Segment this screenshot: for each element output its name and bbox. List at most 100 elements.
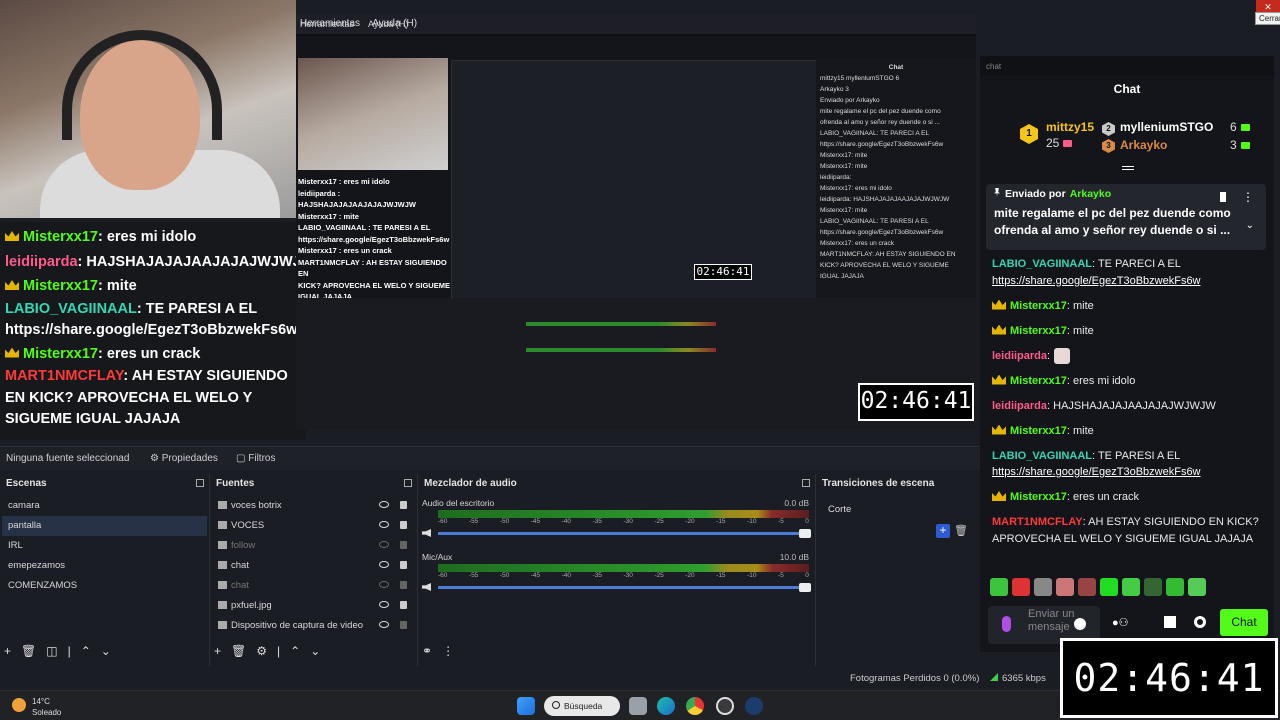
speaker-icon[interactable] bbox=[422, 583, 431, 591]
chat-username[interactable]: Misterxx17 bbox=[1010, 300, 1067, 312]
lock-icon[interactable] bbox=[400, 541, 407, 549]
scene-item[interactable]: IRL bbox=[2, 536, 207, 556]
pinned-author[interactable]: Arkayko bbox=[1070, 188, 1111, 200]
send-chat-button[interactable]: Chat bbox=[1220, 609, 1268, 636]
chevron-down-icon[interactable]: ⌄ bbox=[310, 644, 320, 658]
chat-link[interactable]: https://share.google/EgezT3oBbzwekFs6w bbox=[992, 275, 1201, 287]
add-icon[interactable]: + bbox=[214, 644, 221, 658]
emote-icon[interactable] bbox=[1188, 578, 1206, 596]
link-icon[interactable]: ⚭ bbox=[422, 644, 432, 658]
slider-knob[interactable] bbox=[799, 529, 811, 538]
emoji-icon[interactable] bbox=[1074, 618, 1086, 630]
menu-help[interactable]: Ayuda (H) bbox=[372, 18, 417, 29]
add-transition-button[interactable]: + bbox=[936, 524, 950, 538]
emote-icon[interactable] bbox=[1056, 578, 1074, 596]
emote-icon[interactable] bbox=[1078, 578, 1096, 596]
users-icon[interactable]: ●⚇ bbox=[1112, 616, 1152, 630]
chat-search-bar[interactable]: chat bbox=[980, 56, 1274, 76]
chat-username[interactable]: Misterxx17 bbox=[1010, 425, 1067, 437]
lock-icon[interactable] bbox=[400, 581, 407, 589]
gear-icon[interactable] bbox=[1194, 616, 1206, 628]
more-icon[interactable]: ⋮ bbox=[442, 644, 454, 658]
chat-message: leidiiparda: bbox=[992, 347, 1270, 365]
steam-icon[interactable] bbox=[745, 697, 763, 715]
emote-icon[interactable] bbox=[1034, 578, 1052, 596]
emote-icon[interactable] bbox=[1144, 578, 1162, 596]
emote-icon[interactable] bbox=[1100, 578, 1118, 596]
gifter-name[interactable]: mylleniumSTGO bbox=[1120, 120, 1213, 134]
source-item[interactable]: chat bbox=[212, 556, 415, 576]
menu-tools[interactable]: Herramientas bbox=[300, 18, 360, 29]
slider-knob[interactable] bbox=[799, 583, 811, 592]
lock-icon[interactable] bbox=[400, 601, 407, 609]
visibility-eye-icon[interactable] bbox=[379, 601, 389, 608]
chat-username[interactable]: LABIO_VAGIINAAL bbox=[992, 258, 1092, 270]
trash-icon[interactable]: 🗑 bbox=[21, 644, 36, 658]
trash-icon[interactable]: 🗑 bbox=[954, 524, 968, 537]
scene-item[interactable]: pantalla bbox=[2, 516, 207, 536]
speaker-icon[interactable] bbox=[422, 529, 431, 537]
filters-button[interactable]: ▢ Filtros bbox=[236, 453, 275, 464]
chat-username[interactable]: leidiiparda bbox=[992, 400, 1047, 412]
file-explorer-icon[interactable] bbox=[629, 697, 647, 715]
emote-icon[interactable] bbox=[1122, 578, 1140, 596]
chat-username[interactable]: Misterxx17 bbox=[1010, 375, 1067, 387]
visibility-eye-icon[interactable] bbox=[379, 521, 389, 528]
chat-username[interactable]: Misterxx17 bbox=[1010, 325, 1067, 337]
visibility-eye-icon[interactable] bbox=[379, 621, 389, 628]
source-item[interactable]: Dispositivo de captura de video bbox=[212, 616, 415, 636]
gear-icon[interactable]: ⚙ bbox=[256, 644, 267, 658]
properties-button[interactable]: ⚙ Propiedades bbox=[150, 453, 218, 464]
unpin-icon[interactable] bbox=[1220, 192, 1226, 202]
dock-undock-icon[interactable] bbox=[802, 479, 810, 487]
collapse-handle-icon[interactable] bbox=[1122, 166, 1134, 170]
volume-slider[interactable] bbox=[438, 529, 811, 538]
visibility-eye-icon[interactable] bbox=[379, 501, 389, 508]
chevron-up-icon[interactable]: ⌃ bbox=[81, 644, 91, 658]
source-item[interactable]: follow bbox=[212, 536, 415, 556]
store-icon[interactable] bbox=[1164, 616, 1176, 628]
chat-username[interactable]: leidiiparda bbox=[992, 350, 1047, 362]
chat-link[interactable]: https://share.google/EgezT3oBbzwekFs6w bbox=[992, 466, 1201, 478]
chat-username[interactable]: LABIO_VAGIINAAL bbox=[992, 450, 1092, 462]
lock-icon[interactable] bbox=[400, 621, 407, 629]
more-options-icon[interactable]: ⋮ bbox=[1242, 190, 1254, 204]
source-item[interactable]: chat bbox=[212, 576, 415, 596]
windows-start-icon[interactable] bbox=[517, 697, 535, 715]
meter-tick: -30 bbox=[623, 518, 633, 525]
transition-select[interactable]: Corte bbox=[822, 500, 992, 520]
chevron-down-icon[interactable]: ⌄ bbox=[1246, 220, 1254, 231]
scene-item[interactable]: emepezamos bbox=[2, 556, 207, 576]
add-icon[interactable]: + bbox=[4, 644, 11, 658]
emote-icon[interactable] bbox=[1012, 578, 1030, 596]
gifter-name[interactable]: Arkayko bbox=[1120, 138, 1167, 152]
dock-undock-icon[interactable] bbox=[404, 479, 412, 487]
trash-icon[interactable]: 🗑 bbox=[231, 644, 246, 658]
lock-icon[interactable] bbox=[400, 501, 407, 509]
edge-icon[interactable] bbox=[657, 697, 675, 715]
chrome-icon[interactable] bbox=[686, 697, 704, 715]
visibility-eye-icon[interactable] bbox=[379, 541, 389, 548]
scene-item[interactable]: COMENZAMOS bbox=[2, 576, 207, 596]
volume-slider[interactable] bbox=[438, 583, 811, 592]
chat-username[interactable]: MART1NMCFLAY bbox=[992, 516, 1083, 528]
source-item[interactable]: VOCES bbox=[212, 516, 415, 536]
source-item[interactable]: pxfuel.jpg bbox=[212, 596, 415, 616]
filter-icon[interactable]: ◫ bbox=[46, 644, 57, 658]
lock-icon[interactable] bbox=[400, 561, 407, 569]
visibility-eye-icon[interactable] bbox=[379, 581, 389, 588]
chevron-down-icon[interactable]: ⌄ bbox=[101, 644, 111, 658]
source-item[interactable]: voces botrix bbox=[212, 496, 415, 516]
emote-icon[interactable] bbox=[990, 578, 1008, 596]
microphone-icon[interactable] bbox=[1002, 616, 1011, 632]
visibility-eye-icon[interactable] bbox=[379, 561, 389, 568]
chat-username[interactable]: Misterxx17 bbox=[1010, 491, 1067, 503]
dock-undock-icon[interactable] bbox=[196, 479, 204, 487]
chevron-up-icon[interactable]: ⌃ bbox=[290, 644, 300, 658]
emote-icon[interactable] bbox=[1166, 578, 1184, 596]
taskbar-search[interactable]: Búsqueda bbox=[544, 696, 620, 716]
scene-item[interactable]: camara bbox=[2, 496, 207, 516]
gifter-name[interactable]: mittzy15 bbox=[1046, 120, 1094, 134]
lock-icon[interactable] bbox=[400, 521, 407, 529]
obs-icon[interactable] bbox=[716, 697, 734, 715]
